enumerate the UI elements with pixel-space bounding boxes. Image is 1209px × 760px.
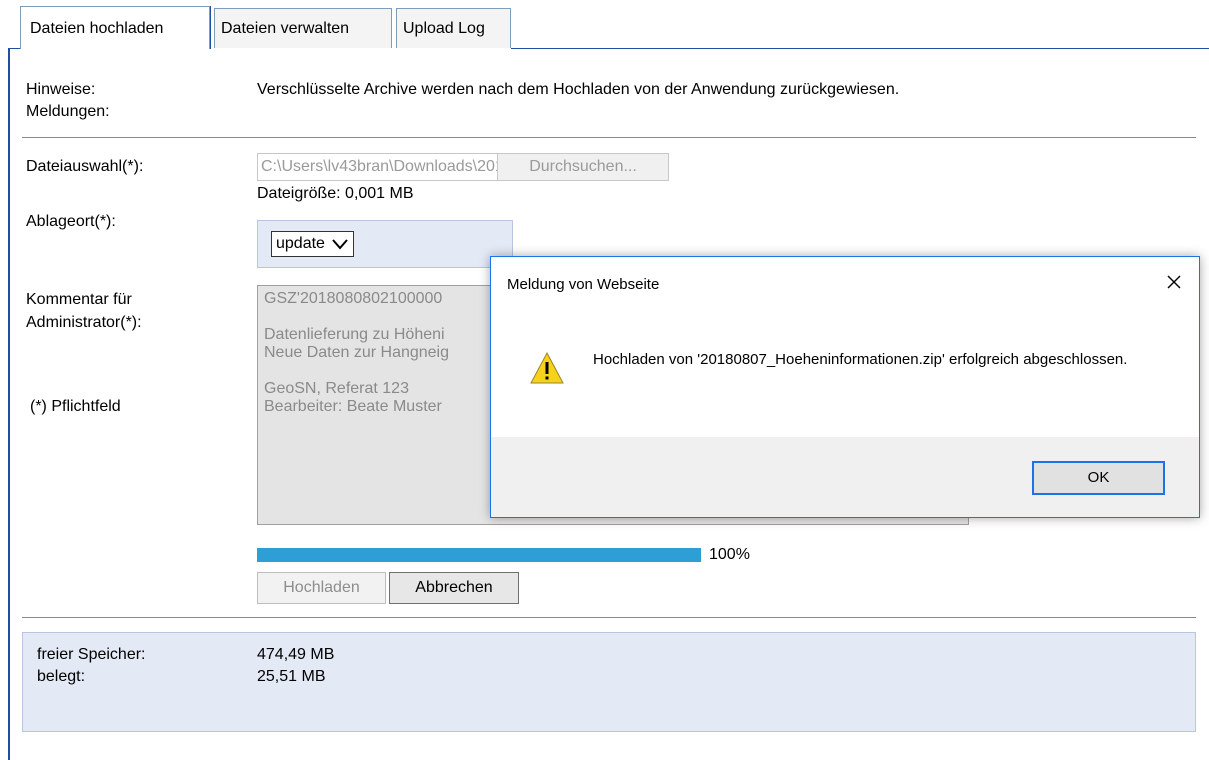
file-path-field[interactable]: C:\Users\lv43bran\Downloads\20180807_Hoe…: [258, 154, 497, 180]
location-value: update: [276, 235, 325, 252]
meldungen-label: Meldungen:: [26, 103, 110, 120]
message-dialog: Meldung von Webseite Hochladen von '2018…: [490, 256, 1200, 518]
chevron-down-icon: [332, 239, 348, 250]
tab-upload-log[interactable]: Upload Log: [396, 8, 511, 48]
hinweise-text: Verschlüsselte Archive werden nach dem H…: [257, 81, 900, 98]
tab-label: Upload Log: [403, 20, 485, 37]
required-note: (*) Pflichtfeld: [30, 398, 121, 415]
used-storage-value: 25,51 MB: [257, 668, 326, 685]
tab-label: Dateien hochladen: [30, 20, 164, 37]
dialog-footer: OK: [491, 437, 1199, 517]
tab-label: Dateien verwalten: [221, 20, 350, 37]
dialog-message: Hochladen von '20180807_Hoeheninformatio…: [593, 351, 1128, 368]
dateiauswahl-label: Dateiauswahl(*):: [26, 158, 144, 175]
ablageort-label: Ablageort(*):: [26, 213, 116, 230]
storage-panel: freier Speicher: 474,49 MB belegt: 25,51…: [22, 632, 1196, 732]
comment-label-2: Administrator(*):: [26, 314, 142, 331]
progress-text: 100%: [709, 546, 750, 563]
file-input[interactable]: C:\Users\lv43bran\Downloads\20180807_Hoe…: [257, 153, 669, 181]
warning-icon: [530, 351, 564, 384]
file-size: Dateigröße: 0,001 MB: [257, 185, 414, 202]
used-storage-label: belegt:: [37, 668, 86, 685]
location-panel: update: [257, 220, 513, 268]
hinweise-label: Hinweise:: [26, 81, 96, 98]
tab-dateien-verwalten[interactable]: Dateien verwalten: [214, 8, 392, 48]
free-storage-label: freier Speicher:: [37, 646, 146, 663]
location-select[interactable]: update: [271, 231, 354, 257]
close-icon[interactable]: [1159, 267, 1189, 297]
progress-bar: [257, 548, 701, 562]
divider: [22, 137, 1196, 138]
divider: [22, 617, 1196, 618]
dialog-title: Meldung von Webseite: [507, 276, 660, 293]
comment-label-1: Kommentar für: [26, 291, 132, 308]
tab-dateien-hochladen[interactable]: Dateien hochladen: [20, 6, 210, 49]
ok-button[interactable]: OK: [1032, 461, 1165, 495]
free-storage-value: 474,49 MB: [257, 646, 335, 663]
cancel-button[interactable]: Abbrechen: [389, 572, 519, 604]
upload-button[interactable]: Hochladen: [257, 572, 386, 604]
browse-button[interactable]: Durchsuchen...: [497, 154, 668, 180]
